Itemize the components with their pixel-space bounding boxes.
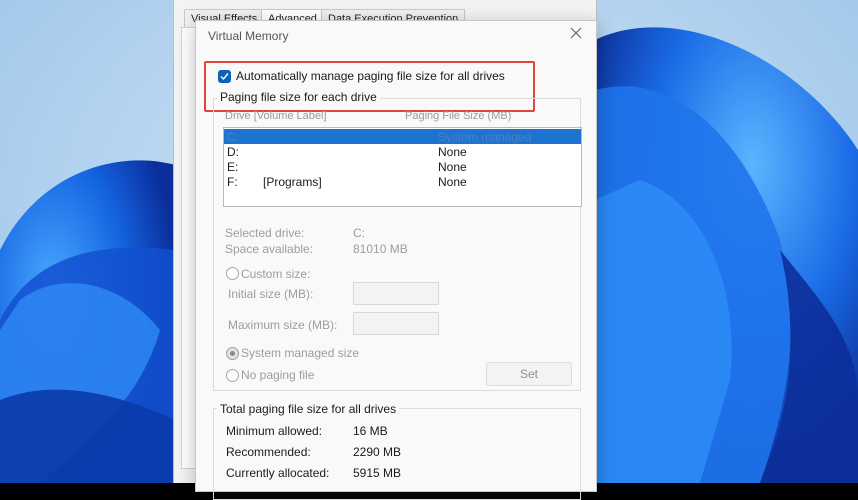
custom-size-label: Custom size: [241,267,311,281]
selected-drive-value: C: [353,226,365,240]
currently-allocated-value: 5915 MB [353,466,402,480]
recommended-label: Recommended: [226,445,311,459]
custom-size-radio[interactable] [226,267,239,280]
maximum-size-label: Maximum size (MB): [228,318,338,332]
drive-volume-label: [Programs] [263,175,322,189]
virtual-memory-dialog: Virtual Memory Automatically manage pagi… [195,20,597,500]
initial-size-input[interactable] [353,282,439,305]
drive-letter: F: [227,175,238,189]
initial-size-label: Initial size (MB): [228,287,314,301]
set-button[interactable]: Set [486,362,572,386]
column-header-drive: Drive [Volume Label] [225,110,327,122]
drive-letter: C: [227,130,239,144]
drive-row-f[interactable]: F: [Programs] None [224,174,581,189]
recommended-value: 2290 MB [353,445,402,459]
system-managed-radio[interactable] [226,347,239,360]
auto-manage-row[interactable]: Automatically manage paging file size fo… [218,68,505,84]
drive-size: None [438,145,467,159]
drive-size: None [438,160,467,174]
drive-row-c[interactable]: C: System managed [224,129,581,144]
auto-manage-label: Automatically manage paging file size fo… [236,69,505,83]
drive-row-e[interactable]: E: None [224,159,581,174]
checkmark-icon [220,72,229,80]
close-button[interactable] [566,25,586,45]
column-header-size: Paging File Size (MB) [405,110,512,122]
minimum-allowed-label: Minimum allowed: [226,424,323,438]
drive-size: None [438,175,467,189]
no-paging-file-label: No paging file [241,368,315,382]
auto-manage-checkbox[interactable] [218,69,231,83]
system-managed-label: System managed size [241,346,360,360]
drive-letter: D: [227,145,239,159]
drive-list[interactable]: C: System managed D: None E: None F: [Pr… [223,127,582,207]
drive-row-d[interactable]: D: None [224,144,581,159]
close-icon [570,27,582,39]
space-available-label: Space available: [225,242,314,256]
dialog-title: Virtual Memory [208,29,289,43]
selected-drive-label: Selected drive: [225,226,305,240]
drive-letter: E: [227,160,239,174]
maximum-size-input[interactable] [353,312,439,335]
drive-size: System managed [438,130,532,144]
no-paging-file-radio[interactable] [226,369,239,382]
total-paging-group-label: Total paging file size for all drives [217,402,400,416]
currently-allocated-label: Currently allocated: [226,466,330,480]
paging-file-group-label: Paging file size for each drive [217,90,380,104]
minimum-allowed-value: 16 MB [353,424,388,438]
space-available-value: 81010 MB [353,242,408,256]
